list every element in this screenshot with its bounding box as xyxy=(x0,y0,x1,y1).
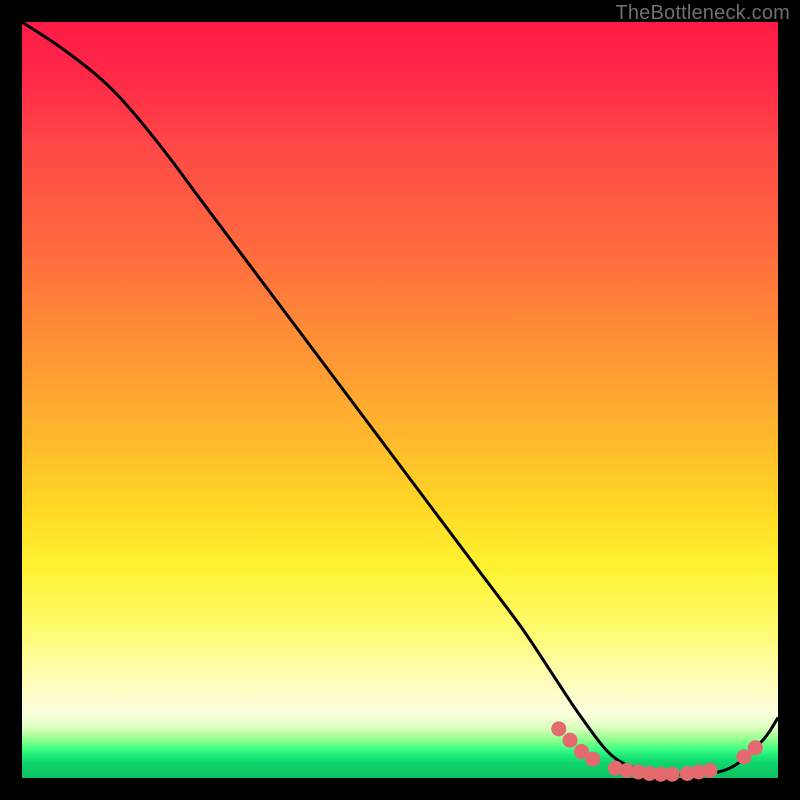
curve-marker xyxy=(748,740,763,755)
watermark-text: TheBottleneck.com xyxy=(615,2,790,25)
chart-plot-area xyxy=(22,22,778,778)
curve-marker xyxy=(665,767,680,782)
curve-marker xyxy=(551,721,566,736)
chart-svg xyxy=(22,22,778,778)
bottleneck-curve-path xyxy=(22,22,778,775)
curve-marker xyxy=(702,763,717,778)
marker-group xyxy=(551,721,763,781)
chart-stage: TheBottleneck.com xyxy=(0,0,800,800)
curve-marker xyxy=(585,752,600,767)
curve-marker xyxy=(563,733,578,748)
